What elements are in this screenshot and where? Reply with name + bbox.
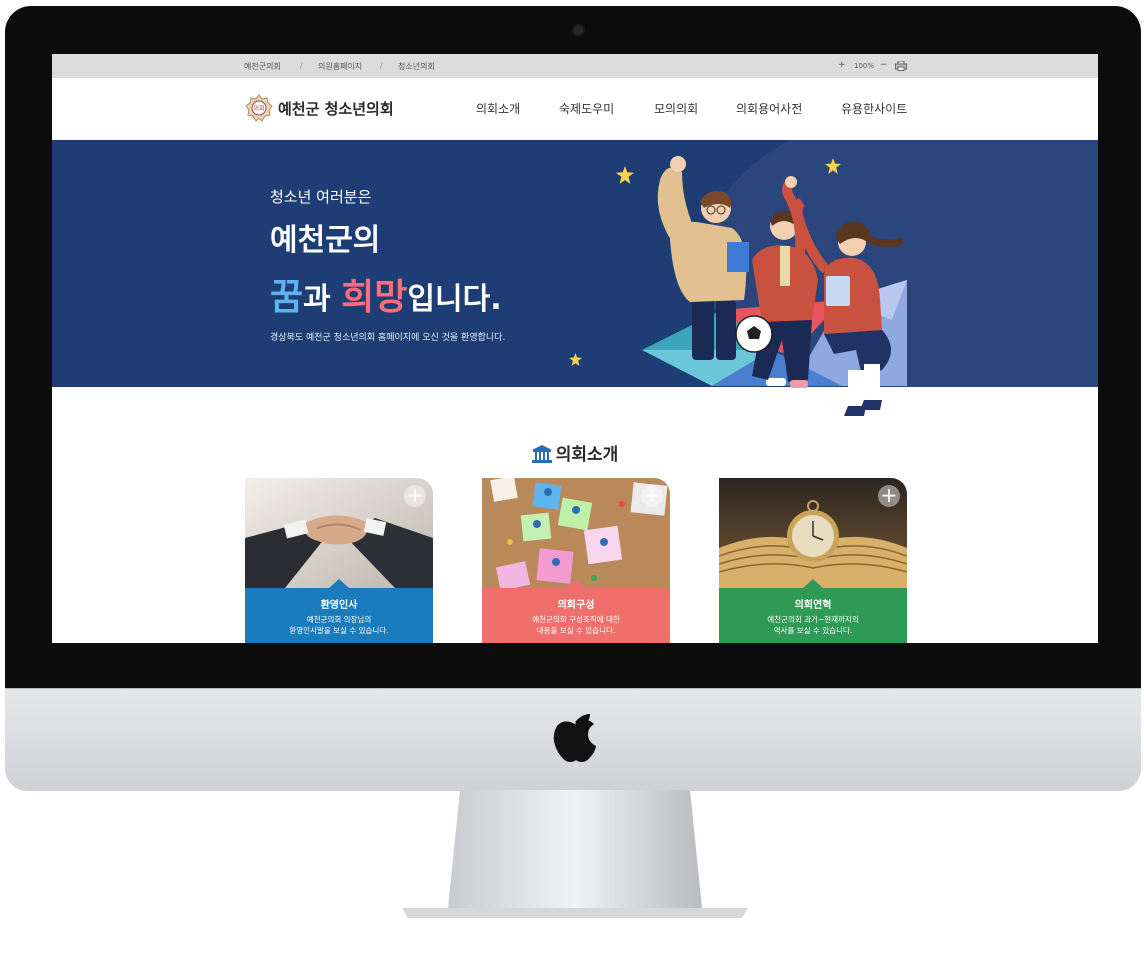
util-link-youth-council[interactable]: 청소년의회 [398, 61, 435, 72]
card-history-caption: 의회연혁 예천군의회 과거~현재까지의역사를 보실 수 있습니다. [719, 579, 907, 643]
caption-notch [566, 579, 586, 588]
util-link-member-home[interactable]: 의원홈페이지 [318, 61, 362, 72]
council-seal-icon[interactable]: 의회 [245, 94, 273, 122]
card-structure[interactable]: + 의회구성 예천군의회 구성조직에 대한내용을 보실 수 있습니다. [482, 478, 670, 643]
site-header: 의회 예천군 청소년의회 의회소개 숙제도우미 모의의회 의회용어사전 유용한사… [52, 78, 1098, 141]
site-logo-text[interactable]: 예천군 청소년의회 [278, 98, 394, 119]
card-welcome[interactable]: + 환영인사 예천군의회 의장님의환영인사말을 보실 수 있습니다. [245, 478, 433, 643]
nav-item-council-intro[interactable]: 의회소개 [476, 100, 520, 117]
star-icon [569, 353, 582, 366]
caption-notch [329, 579, 349, 588]
print-icon[interactable] [895, 61, 907, 71]
card-history-title: 의회연혁 [794, 600, 832, 611]
card-history-plus-icon[interactable]: + [878, 485, 900, 507]
hero-headline-1: 예천군의 [270, 223, 381, 258]
students-illustration [642, 156, 907, 416]
card-history-desc-1: 예천군의회 과거~현재까지의 [767, 615, 859, 624]
nav-item-mock-council[interactable]: 모의의회 [654, 100, 698, 117]
card-structure-title: 의회구성 [557, 600, 595, 611]
card-structure-desc-2: 내용을 보실 수 있습니다. [536, 626, 616, 635]
zoom-out-button[interactable]: − [880, 60, 888, 70]
card-history-desc: 예천군의회 과거~현재까지의역사를 보실 수 있습니다. [719, 614, 907, 636]
hero-headline-2: 꿈과 희망입니다. [270, 268, 502, 320]
zoom-in-button[interactable]: + [838, 60, 846, 70]
card-structure-caption: 의회구성 예천군의회 구성조직에 대한내용을 보실 수 있습니다. [482, 579, 670, 643]
card-welcome-title: 환영인사 [320, 600, 358, 611]
hero-intro: 청소년 여러분은 [270, 188, 372, 206]
card-history[interactable]: + 의회연혁 예천군의회 과거~현재까지의역사를 보실 수 있습니다. [719, 478, 907, 643]
apple-logo-icon [553, 714, 596, 762]
hero-word-end: 입니다. [407, 282, 502, 317]
util-link-council[interactable]: 예천군의회 [244, 61, 281, 72]
section-title: 의회소개 [52, 440, 1098, 465]
util-separator: / [300, 61, 303, 70]
util-separator: / [380, 61, 383, 70]
hero-description: 경상북도 예천군 청소년의회 홈페이지에 오신 것을 환영합니다. [270, 333, 506, 343]
hero-word-hope: 희망 [341, 277, 408, 318]
nav-item-council-dictionary[interactable]: 의회용어사전 [736, 100, 802, 117]
card-structure-plus-icon[interactable]: + [641, 485, 663, 507]
seal-text: 의회 [253, 105, 264, 113]
card-structure-desc: 예천군의회 구성조직에 대한내용을 보실 수 있습니다. [482, 614, 670, 636]
card-welcome-desc-1: 예천군의회 의장님의 [306, 615, 372, 624]
building-icon [531, 445, 552, 463]
card-welcome-desc-2: 환영인사말을 보실 수 있습니다. [289, 626, 389, 635]
card-welcome-caption: 환영인사 예천군의회 의장님의환영인사말을 보실 수 있습니다. [245, 579, 433, 643]
hero-word-and: 과 [303, 282, 342, 317]
zoom-level: 100% [854, 62, 875, 70]
hero-word-dream: 꿈 [270, 277, 304, 318]
caption-notch [803, 579, 823, 588]
nav-item-useful-sites[interactable]: 유용한사이트 [841, 100, 907, 117]
camera-icon [574, 26, 583, 35]
card-structure-desc-1: 예천군의회 구성조직에 대한 [532, 615, 620, 624]
card-welcome-plus-icon[interactable]: + [404, 485, 426, 507]
nav-item-homework-helper[interactable]: 숙제도우미 [559, 100, 614, 117]
utility-bar: 예천군의회 / 의원홈페이지 / 청소년의회 + 100% − [52, 54, 1098, 78]
card-welcome-desc: 예천군의회 의장님의환영인사말을 보실 수 있습니다. [245, 614, 433, 636]
monitor-stand [402, 790, 748, 918]
screen: 예천군의회 / 의원홈페이지 / 청소년의회 + 100% − 의회 예천군 청… [52, 54, 1098, 643]
card-history-desc-2: 역사를 보실 수 있습니다. [773, 626, 853, 635]
section-title-text: 의회소개 [555, 445, 619, 465]
